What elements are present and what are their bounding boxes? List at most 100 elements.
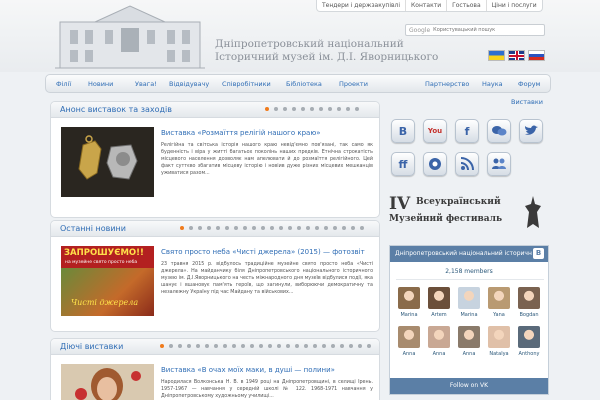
slider-dot[interactable] bbox=[198, 226, 202, 230]
slider-dot[interactable] bbox=[243, 226, 247, 230]
slider-dot[interactable] bbox=[250, 344, 254, 348]
member-name[interactable]: Marina bbox=[454, 312, 484, 318]
slider-dot[interactable] bbox=[223, 344, 227, 348]
slider-dot[interactable] bbox=[232, 344, 236, 348]
slider-dot[interactable] bbox=[351, 226, 355, 230]
slider-dot[interactable] bbox=[319, 107, 323, 111]
member-name[interactable]: Natalya bbox=[484, 351, 514, 357]
member-avatar[interactable] bbox=[428, 326, 450, 348]
top-link-tenders[interactable]: Тендери і держзакупівлі bbox=[317, 0, 405, 11]
museum-title[interactable]: Дніпропетровський національний Історични… bbox=[215, 38, 438, 64]
member-avatar[interactable] bbox=[398, 287, 420, 309]
nav-item-visitors[interactable]: Відвідувачу bbox=[169, 80, 209, 88]
museum-festival-banner[interactable]: IV Всеукраїнський Музейний фестиваль bbox=[389, 194, 549, 232]
rss-icon[interactable] bbox=[455, 152, 479, 176]
top-link-contacts[interactable]: Контакти bbox=[405, 0, 446, 11]
slider-dot[interactable] bbox=[306, 226, 310, 230]
slider-dot[interactable] bbox=[189, 226, 193, 230]
slider-dot[interactable] bbox=[261, 226, 265, 230]
slider-dot[interactable] bbox=[331, 344, 335, 348]
people-icon[interactable] bbox=[487, 152, 511, 176]
member-name[interactable]: Anna bbox=[454, 351, 484, 357]
slider-dot[interactable] bbox=[169, 344, 173, 348]
member-name[interactable]: Anna bbox=[424, 351, 454, 357]
artist-portrait-image[interactable] bbox=[61, 364, 154, 400]
member-avatar[interactable] bbox=[458, 326, 480, 348]
slider-dot[interactable] bbox=[346, 107, 350, 111]
announcement-item-title[interactable]: Виставка «Розмаїття релігій нашого краю» bbox=[161, 129, 321, 137]
slider-dot[interactable] bbox=[315, 226, 319, 230]
nav-item-staff[interactable]: Співробітники bbox=[222, 80, 271, 88]
slider-dot[interactable] bbox=[205, 344, 209, 348]
english-flag-icon[interactable] bbox=[508, 50, 525, 61]
russian-flag-icon[interactable] bbox=[528, 50, 545, 61]
member-name[interactable]: Bogdan bbox=[514, 312, 544, 318]
member-avatar[interactable] bbox=[488, 326, 510, 348]
slider-dot[interactable] bbox=[324, 226, 328, 230]
slider-dot[interactable] bbox=[274, 107, 278, 111]
slider-dot[interactable] bbox=[358, 344, 362, 348]
slider-dot[interactable] bbox=[297, 226, 301, 230]
member-name[interactable]: Marina bbox=[394, 312, 424, 318]
nav-item-projects[interactable]: Проекти bbox=[339, 80, 368, 88]
slider-dot[interactable] bbox=[207, 226, 211, 230]
exhibition-item-title[interactable]: Виставка «В очах моїх маки, в душі — пол… bbox=[161, 366, 335, 374]
slider-dot[interactable] bbox=[313, 344, 317, 348]
slider-dot[interactable] bbox=[279, 226, 283, 230]
nav-item-branches[interactable]: Філії bbox=[56, 80, 71, 88]
slider-dot[interactable] bbox=[322, 344, 326, 348]
member-name[interactable]: Yana bbox=[484, 312, 514, 318]
facebook-icon[interactable]: f bbox=[455, 119, 479, 143]
slider-dot[interactable] bbox=[288, 226, 292, 230]
member-avatar[interactable] bbox=[518, 287, 540, 309]
slider-dot[interactable] bbox=[234, 226, 238, 230]
slider-dot[interactable] bbox=[196, 344, 200, 348]
member-name[interactable]: Artem bbox=[424, 312, 454, 318]
member-avatar[interactable] bbox=[398, 326, 420, 348]
friendfeed-icon[interactable]: ff bbox=[391, 152, 415, 176]
slider-dot[interactable] bbox=[214, 344, 218, 348]
member-avatar[interactable] bbox=[518, 326, 540, 348]
vk-icon[interactable]: B bbox=[391, 119, 415, 143]
youtube-icon[interactable]: You bbox=[423, 119, 447, 143]
slider-dot[interactable] bbox=[270, 226, 274, 230]
slider-dot[interactable] bbox=[304, 344, 308, 348]
picasa-icon[interactable] bbox=[423, 152, 447, 176]
slider-dot[interactable] bbox=[180, 226, 184, 230]
subnav-exhibitions[interactable]: Виставки bbox=[511, 98, 543, 106]
slider-dot[interactable] bbox=[367, 344, 371, 348]
slider-dot[interactable] bbox=[241, 344, 245, 348]
slider-dot[interactable] bbox=[340, 344, 344, 348]
twitter-icon[interactable] bbox=[519, 119, 543, 143]
slider-dot[interactable] bbox=[355, 107, 359, 111]
nav-item-partnership[interactable]: Партнерство bbox=[425, 80, 469, 88]
top-link-guestbook[interactable]: Гостьова bbox=[446, 0, 486, 11]
nav-item-library[interactable]: Бібліотека bbox=[286, 80, 322, 88]
slider-dot[interactable] bbox=[225, 226, 229, 230]
slider-dot[interactable] bbox=[268, 344, 272, 348]
search-input[interactable] bbox=[433, 27, 534, 33]
member-name[interactable]: Anna bbox=[394, 351, 424, 357]
slider-dot[interactable] bbox=[160, 344, 164, 348]
slider-dot[interactable] bbox=[337, 107, 341, 111]
slider-dot[interactable] bbox=[216, 226, 220, 230]
ukrainian-flag-icon[interactable] bbox=[488, 50, 505, 61]
slider-dot[interactable] bbox=[286, 344, 290, 348]
slider-dot[interactable] bbox=[328, 107, 332, 111]
section-title[interactable]: Діючі виставки bbox=[60, 342, 123, 351]
member-name[interactable]: Anthony bbox=[514, 351, 544, 357]
slider-dot[interactable] bbox=[187, 344, 191, 348]
member-avatar[interactable] bbox=[488, 287, 510, 309]
slider-dot[interactable] bbox=[295, 344, 299, 348]
slider-dot[interactable] bbox=[178, 344, 182, 348]
slider-dot[interactable] bbox=[349, 344, 353, 348]
member-avatar[interactable] bbox=[458, 287, 480, 309]
member-avatar[interactable] bbox=[428, 287, 450, 309]
slider-dot[interactable] bbox=[360, 226, 364, 230]
slider-dot[interactable] bbox=[342, 226, 346, 230]
slider-dot[interactable] bbox=[310, 107, 314, 111]
nav-item-forum[interactable]: Форум bbox=[518, 80, 540, 88]
slider-dot[interactable] bbox=[333, 226, 337, 230]
slider-dot[interactable] bbox=[277, 344, 281, 348]
chat-icon[interactable] bbox=[487, 119, 511, 143]
